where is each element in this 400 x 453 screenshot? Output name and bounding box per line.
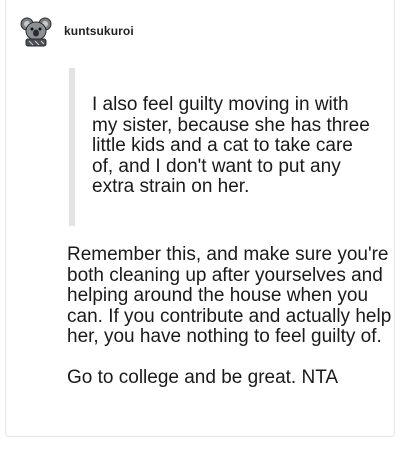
username-link[interactable]: kuntsukuroi: [64, 24, 134, 38]
post-header: kuntsukuroi: [20, 15, 134, 47]
reply-paragraph: Remember this, and make sure you're both…: [67, 244, 392, 347]
koala-avatar-icon[interactable]: [20, 15, 52, 47]
reply-paragraph: Go to college and be great. NTA: [67, 367, 339, 388]
quoted-text-block: I also feel guilty moving in with my sis…: [69, 68, 379, 226]
reply-text: Remember this, and make sure you're both…: [67, 244, 397, 389]
post-card: kuntsukuroi I also feel guilty moving in…: [5, 0, 395, 437]
